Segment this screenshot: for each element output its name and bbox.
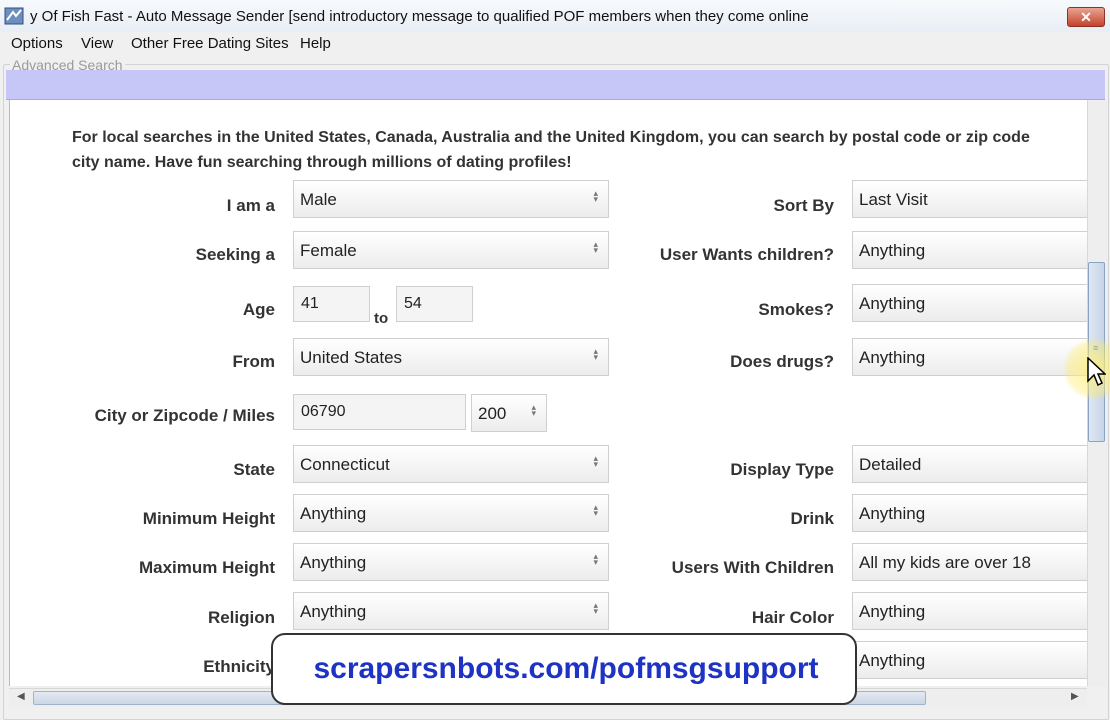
header-band [6,70,1105,100]
wants-children-value: Anything [859,241,926,260]
seeking-a-select[interactable]: Female ▴ ▾ [293,231,609,269]
religion-value: Anything [300,602,367,621]
window-title: y Of Fish Fast - Auto Message Sender [se… [30,8,809,25]
scroll-left-icon[interactable]: ◀ [17,691,25,702]
age-to-input[interactable]: 54 [396,286,473,322]
age-from-input[interactable]: 41 [293,286,370,322]
maximum-height-value: Anything [300,553,367,572]
from-country-select[interactable]: United States ▴ ▾ [293,338,609,376]
age-to-label: to [374,310,389,327]
mouse-cursor-icon [1087,357,1106,387]
menu-view[interactable]: View [81,35,113,52]
hair-color-value: Anything [859,602,926,621]
label-display-type: Display Type [730,460,834,479]
drugs-value: Anything [859,348,926,367]
scroll-right-icon[interactable]: ▶ [1071,691,1079,702]
smokes-value: Anything [859,294,926,313]
zipcode-input[interactable]: 06790 [293,394,466,430]
drugs-select[interactable]: Anything [852,338,1088,376]
label-sort-by: Sort By [773,196,834,215]
users-with-children-select[interactable]: All my kids are over 18 [852,543,1088,581]
i-am-a-select[interactable]: Male ▴ ▾ [293,180,609,218]
label-from: From [232,352,276,371]
state-select[interactable]: Connecticut ▴ ▾ [293,445,609,483]
label-user-wants-children: User Wants children? [659,245,834,264]
hair-color-select[interactable]: Anything [852,592,1088,630]
label-hair-color: Hair Color [751,608,834,627]
label-i-am-a: I am a [226,196,275,215]
search-form: For local searches in the United States,… [9,100,1088,686]
label-city-zip: City or Zipcode / Miles [94,406,275,425]
maximum-height-select[interactable]: Anything ▴ ▾ [293,543,609,581]
wants-children-select[interactable]: Anything [852,231,1088,269]
label-maximum-height: Maximum Height [138,558,275,577]
label-smokes: Smokes? [758,300,834,319]
miles-value: 200 [478,404,507,423]
select-arrows-icon: ▴ ▾ [593,239,598,255]
label-users-with-children: Users With Children [671,558,834,577]
select-arrows-icon: ▴ ▾ [593,188,598,204]
drink-select[interactable]: Anything [852,494,1088,532]
support-url-text: scrapersnbots.com/pofmsgsupport [313,652,819,685]
app-icon [4,7,24,25]
from-country-value: United States [300,348,403,367]
drink-value: Anything [859,504,926,523]
miles-select[interactable]: 200 ▴ ▾ [471,394,547,432]
minimum-height-select[interactable]: Anything ▴ ▾ [293,494,609,532]
intro-text: For local searches in the United States,… [72,125,1088,175]
label-ethnicity: Ethnicity [203,657,275,676]
state-value: Connecticut [300,455,390,474]
menu-other-free-dating-sites[interactable]: Other Free Dating Sites [131,35,289,52]
label-age: Age [242,300,275,319]
select-arrows-icon: ▴ ▾ [593,502,598,518]
title-bar: y Of Fish Fast - Auto Message Sender [se… [0,0,1110,33]
sort-by-value: Last Visit [859,190,928,209]
minimum-height-value: Anything [300,504,367,523]
sort-by-select[interactable]: Last Visit [852,180,1088,218]
menu-bar: Options View Other Free Dating Sites Hel… [0,32,1110,56]
i-am-a-value: Male [300,190,337,209]
last-field-select[interactable]: Anything [852,641,1088,679]
label-minimum-height: Minimum Height [142,509,275,528]
smokes-select[interactable]: Anything [852,284,1088,322]
select-arrows-icon: ▴ ▾ [593,346,598,362]
label-state: State [233,460,275,479]
select-arrows-icon: ▴ ▾ [593,453,598,469]
last-field-value: Anything [859,651,926,670]
label-drink: Drink [790,509,834,528]
label-seeking-a: Seeking a [195,245,275,264]
intro-line-1: For local searches in the United States,… [72,129,1030,146]
close-button[interactable]: ✕ [1067,7,1105,27]
select-arrows-icon: ▴ ▾ [593,551,598,567]
religion-select[interactable]: Anything ▴ ▾ [293,592,609,630]
menu-help[interactable]: Help [300,35,331,52]
menu-options[interactable]: Options [11,35,63,52]
display-type-value: Detailed [859,455,922,474]
select-arrows-icon: ▴ ▾ [593,600,598,616]
support-url-banner: scrapersnbots.com/pofmsgsupport [271,633,857,705]
seeking-a-value: Female [300,241,357,260]
display-type-select[interactable]: Detailed [852,445,1088,483]
label-religion: Religion [207,608,275,627]
select-arrows-icon: ▴ ▾ [531,402,536,418]
intro-line-2: city name. Have fun searching through mi… [72,154,572,171]
label-does-drugs: Does drugs? [730,352,834,371]
users-with-children-value: All my kids are over 18 [859,553,1031,572]
